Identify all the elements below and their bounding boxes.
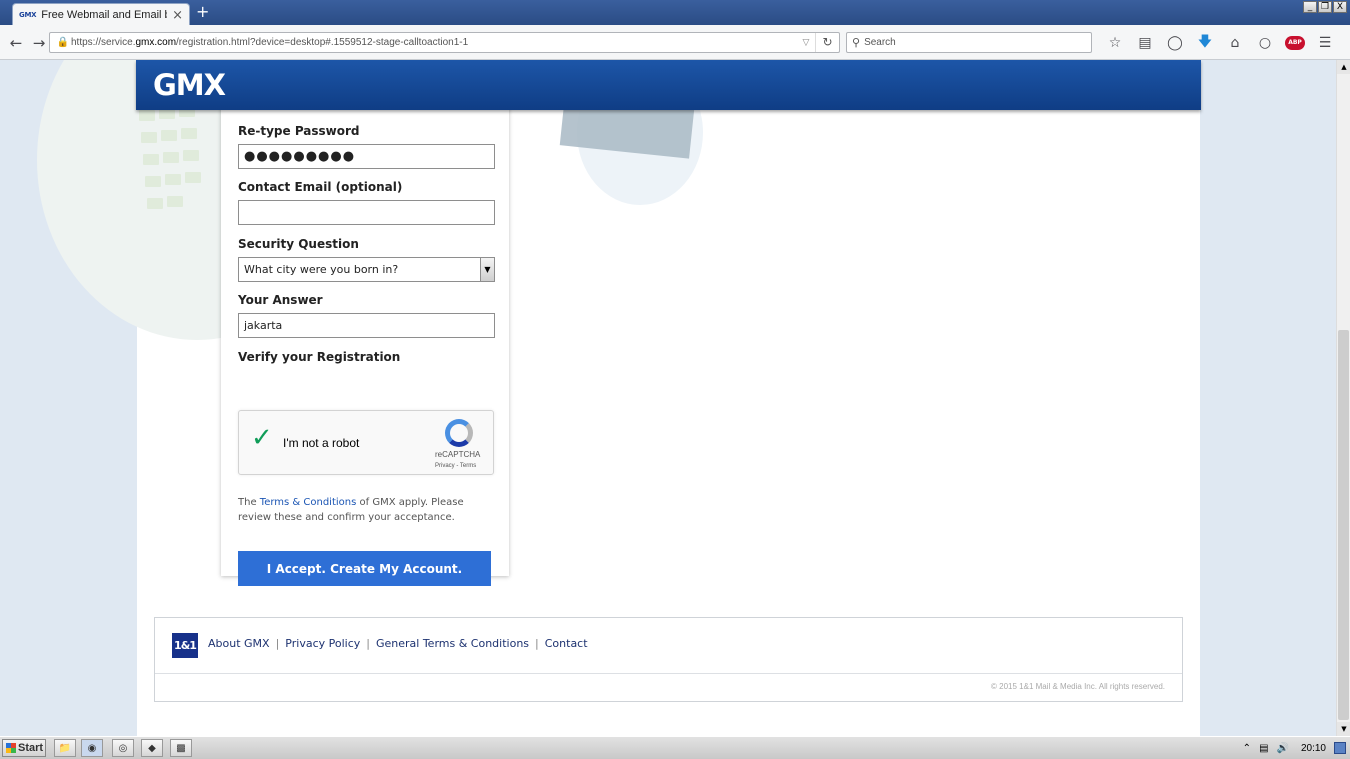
1and1-logo[interactable]: 1&1 [172,633,198,658]
browser-title-bar: GMX Free Webmail and Email by G... × + _… [0,0,1350,26]
copyright-text: © 2015 1&1 Mail & Media Inc. All rights … [991,682,1165,691]
tab-close-icon[interactable]: × [172,9,183,22]
gmx-favicon-icon: GMX [19,11,37,19]
captcha-text: I'm not a robot [283,436,360,450]
recaptcha-links[interactable]: Privacy - Terms [435,463,476,469]
toolbar-icons: ☆ ▤ ◯ 🡇 ⌂ ○ ABP ☰ [1100,25,1340,60]
home-icon[interactable]: ⌂ [1220,25,1250,60]
footer-separator: | [275,637,280,650]
minimize-button[interactable]: _ [1303,1,1317,13]
footer-separator: | [366,637,370,650]
verify-label: Verify your Registration [238,350,401,364]
downloads-icon[interactable]: 🡇 [1190,25,1220,60]
restore-button[interactable]: ❐ [1318,1,1332,13]
search-placeholder: Search [864,37,896,48]
gmx-logo[interactable]: GMX [153,68,226,102]
decorative-keyboard-image [137,90,227,250]
app-taskbar-icon[interactable]: ◆ [141,739,163,757]
registration-form: Re-type Password ●●●●●●●●● Contact Email… [221,100,509,586]
footer-link-about[interactable]: About GMX [208,637,270,650]
recaptcha-logo-icon [445,419,473,447]
pocket-icon[interactable]: ◯ [1160,25,1190,60]
menu-icon[interactable]: ☰ [1310,25,1340,60]
explorer-taskbar-icon[interactable]: 📁 [54,739,76,757]
security-question-select[interactable]: What city were you born in? ▼ [238,257,495,282]
vertical-scrollbar[interactable]: ▲ ▼ [1336,60,1350,736]
chrome-taskbar-icon[interactable]: ◎ [112,739,134,757]
navigation-toolbar: ← → 🔒 https://service.gmx.com/registrati… [0,25,1350,60]
app2-taskbar-icon[interactable]: ▩ [170,739,192,757]
window-controls: _ ❐ X [1303,1,1347,13]
search-icon: ⚲ [852,36,861,49]
answer-label: Your Answer [238,293,323,307]
chat-icon[interactable]: ○ [1250,25,1280,60]
scroll-up-arrow-icon[interactable]: ▲ [1337,60,1350,74]
contact-email-field[interactable] [238,200,495,225]
volume-icon[interactable]: 🔊 [1277,743,1289,754]
reload-icon[interactable]: ↻ [815,33,839,52]
windows-logo-icon [6,743,16,753]
retype-password-field[interactable]: ●●●●●●●●● [238,144,495,169]
security-question-value: What city were you born in? [244,263,399,276]
start-button[interactable]: Start [2,739,46,757]
firefox-taskbar-icon[interactable]: ◉ [81,739,103,757]
search-bar[interactable]: ⚲ Search [846,32,1092,53]
answer-field[interactable]: jakarta [238,313,495,338]
footer-links: About GMX | Privacy Policy | General Ter… [208,637,588,650]
scrollbar-thumb[interactable] [1338,330,1349,720]
browser-tab-active[interactable]: GMX Free Webmail and Email by G... × [12,3,190,26]
clock[interactable]: 20:10 [1301,743,1326,754]
taskbar: Start 📁 ◉ ◎ ◆ ▩ ⌃ ▤ 🔊 20:10 [0,736,1350,759]
close-window-button[interactable]: X [1333,1,1347,13]
tab-title: Free Webmail and Email by G... [41,9,167,21]
lock-icon[interactable]: 🔒 [55,37,71,48]
tray-expand-icon[interactable]: ⌃ [1243,743,1251,754]
bookmarks-list-icon[interactable]: ▤ [1130,25,1160,60]
back-arrow-icon[interactable]: ← [4,25,28,60]
gmx-header: GMX [136,60,1201,110]
chevron-down-icon[interactable]: ▼ [480,258,494,281]
system-tray: ⌃ ▤ 🔊 20:10 [1243,737,1350,759]
terms-link[interactable]: Terms & Conditions [260,497,357,508]
contact-email-label: Contact Email (optional) [238,180,403,194]
adblock-plus-icon[interactable]: ABP [1280,25,1310,60]
footer-link-privacy[interactable]: Privacy Policy [285,637,360,650]
footer: 1&1 About GMX | Privacy Policy | General… [154,617,1183,702]
bookmark-star-icon[interactable]: ☆ [1100,25,1130,60]
terms-text: The Terms & Conditions of GMX apply. Ple… [238,497,464,523]
footer-link-terms[interactable]: General Terms & Conditions [376,637,529,650]
address-bar[interactable]: 🔒 https://service.gmx.com/registration.h… [49,32,840,53]
url-text[interactable]: https://service.gmx.com/registration.htm… [71,37,797,48]
accept-create-account-button[interactable]: I Accept. Create My Account. [238,551,491,586]
new-tab-button[interactable]: + [196,2,209,21]
network-icon[interactable]: ▤ [1259,743,1268,754]
url-dropdown-icon[interactable]: ▽ [797,38,815,48]
scroll-down-arrow-icon[interactable]: ▼ [1337,722,1350,736]
footer-divider [155,673,1182,674]
show-desktop-button[interactable] [1334,742,1346,754]
checkmark-icon[interactable]: ✓ [251,425,273,451]
recaptcha-brand: reCAPTCHA [435,450,481,459]
recaptcha-widget[interactable]: ✓ I'm not a robot reCAPTCHA Privacy - Te… [238,410,494,475]
retype-password-label: Re-type Password [238,124,360,138]
security-question-label: Security Question [238,237,359,251]
footer-link-contact[interactable]: Contact [545,637,588,650]
footer-separator: | [535,637,539,650]
forward-arrow-icon[interactable]: → [30,25,48,60]
